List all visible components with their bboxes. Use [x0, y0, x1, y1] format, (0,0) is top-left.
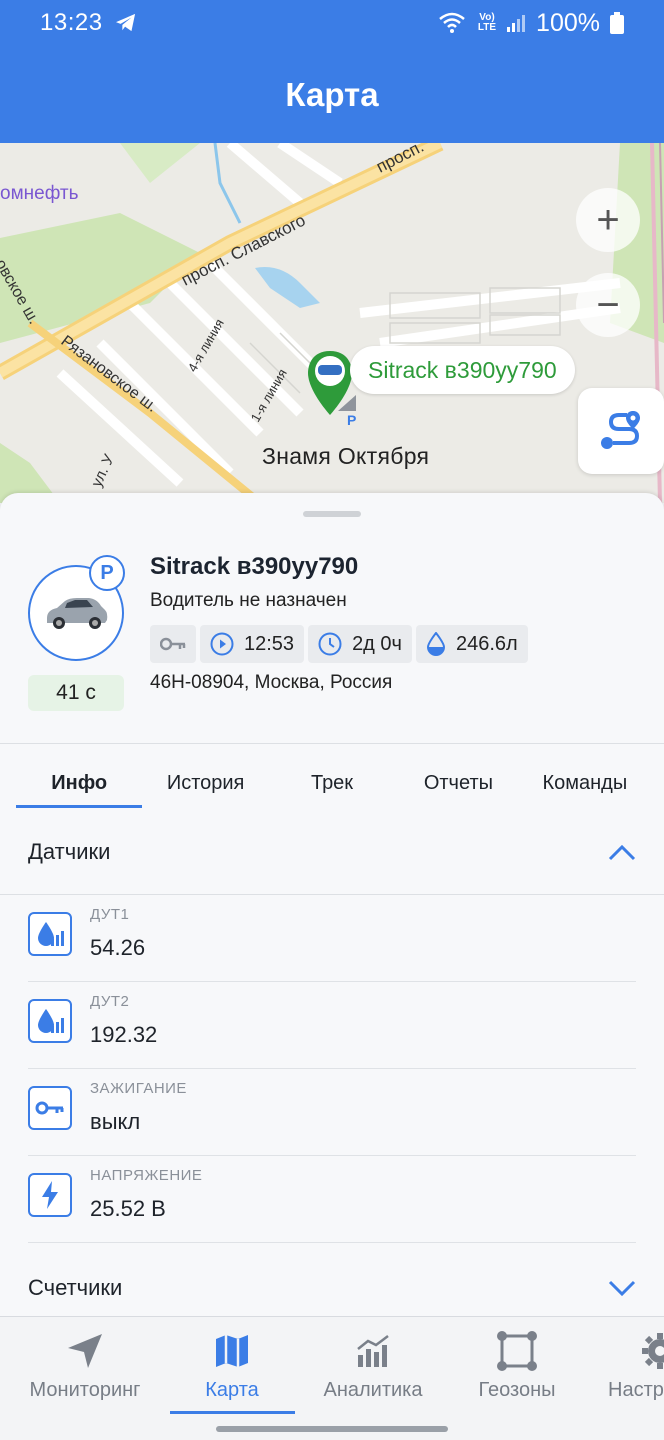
vehicle-card[interactable]: P 41 с Sitrack в390уу790 Водитель не наз… — [0, 538, 664, 743]
tab-commands[interactable]: Команды — [522, 758, 648, 808]
ignition-chip — [150, 625, 196, 663]
status-bar: 13:23 Vo) LTE 100% — [0, 0, 664, 46]
signal-icon — [507, 15, 526, 32]
nav-label: Карта — [205, 1379, 259, 1401]
chevron-down-icon[interactable] — [608, 1279, 636, 1297]
route-icon — [601, 411, 640, 449]
nav-map[interactable]: Карта — [157, 1329, 307, 1402]
nav-settings[interactable]: Настр — [580, 1329, 664, 1402]
nav-label: Геозоны — [478, 1379, 556, 1401]
battery-icon — [610, 12, 624, 34]
zoom-in-button[interactable]: + — [576, 188, 640, 252]
fuel-chip-value: 246.6л — [455, 632, 518, 655]
vehicle-marker-label[interactable]: Sitrack в390уу790 — [350, 346, 575, 394]
bottom-navigation: Мониторинг Карта Аналитика Геозоны Настр — [0, 1316, 664, 1440]
sensor-value: 25.52 В — [90, 1196, 166, 1221]
place-label: Знамя Октября — [262, 443, 430, 469]
sensor-label: ДУТ1 — [90, 906, 130, 923]
time-chip: 12:53 — [200, 625, 305, 663]
nav-label: Настр — [608, 1379, 664, 1401]
map-view[interactable]: просп. Славского просп. Рязановское ш. 4… — [0, 143, 664, 503]
network-type: Vo) LTE — [477, 12, 497, 33]
sensor-row: ДУТ1 54.26 — [28, 896, 636, 982]
last-update-age: 41 с — [28, 675, 124, 711]
fuel-drop-icon — [426, 632, 445, 656]
tab-info[interactable]: Инфо — [16, 758, 143, 808]
sensor-value: 192.32 — [90, 1022, 158, 1047]
sensor-label: ДУТ2 — [90, 993, 130, 1010]
telegram-icon — [115, 13, 135, 32]
info-tabs: Инфо История Трек Отчеты Команды — [16, 758, 648, 808]
vehicle-name: Sitrack в390уу790 — [150, 553, 359, 580]
map-icon — [216, 1335, 248, 1367]
nav-label: Мониторинг — [29, 1379, 141, 1401]
nav-monitoring[interactable]: Мониторинг — [10, 1329, 160, 1402]
sensor-row: ЗАЖИГАНИЕ выкл — [28, 1070, 636, 1156]
fuel-level-icon — [28, 999, 72, 1043]
wifi-icon — [439, 12, 465, 33]
clock-icon — [318, 632, 342, 656]
vehicle-status-chips: 12:53 2д 0ч 246.6л — [150, 625, 528, 663]
sensors-title: Датчики — [28, 839, 111, 864]
vehicle-address: 46Н-08904, Москва, Россия — [150, 672, 393, 693]
nav-label: Аналитика — [323, 1379, 423, 1401]
fuel-chip: 246.6л — [415, 625, 528, 663]
minus-icon: − — [596, 282, 620, 327]
counters-section-header[interactable]: Счетчики — [28, 1268, 636, 1308]
sensor-row: НАПРЯЖЕНИЕ 25.52 В — [28, 1157, 636, 1243]
duration-chip-value: 2д 0ч — [352, 632, 402, 655]
nav-analytics[interactable]: Аналитика — [298, 1329, 448, 1402]
tab-reports[interactable]: Отчеты — [395, 758, 521, 808]
geozone-icon — [497, 1331, 537, 1371]
duration-chip: 2д 0ч — [308, 625, 412, 663]
key-icon — [160, 637, 186, 651]
fuel-level-icon — [28, 912, 72, 956]
sensor-value: выкл — [90, 1109, 141, 1134]
navigation-arrow-icon — [68, 1334, 102, 1368]
vehicle-bottom-sheet[interactable]: P 41 с Sitrack в390уу790 Водитель не наз… — [0, 493, 664, 1316]
tab-track[interactable]: Трек — [269, 758, 395, 808]
gesture-bar[interactable] — [216, 1426, 448, 1432]
divider — [0, 894, 664, 895]
sensor-value: 54.26 — [90, 935, 146, 960]
lightning-icon — [28, 1173, 72, 1217]
play-circle-icon — [210, 632, 234, 656]
parking-status-badge: P — [89, 555, 125, 591]
page-title: Карта — [285, 75, 379, 113]
zoom-out-button[interactable]: − — [576, 273, 640, 337]
time-chip-value: 12:53 — [244, 632, 295, 655]
svg-text:P: P — [347, 412, 356, 428]
vehicle-driver: Водитель не назначен — [150, 590, 347, 611]
tab-history[interactable]: История — [142, 758, 268, 808]
app-bar: Карта — [0, 46, 664, 143]
car-icon — [47, 598, 108, 629]
battery-percent: 100% — [536, 8, 600, 37]
route-button[interactable] — [578, 388, 664, 474]
poi-label: омнефть — [0, 183, 79, 204]
sensors-section-header[interactable]: Датчики — [28, 832, 636, 872]
chevron-up-icon[interactable] — [608, 843, 636, 861]
sheet-drag-handle[interactable] — [303, 511, 361, 517]
sensor-label: ЗАЖИГАНИЕ — [90, 1080, 187, 1097]
nav-geozones[interactable]: Геозоны — [442, 1329, 592, 1402]
sensor-label: НАПРЯЖЕНИЕ — [90, 1167, 203, 1184]
chart-icon — [357, 1335, 389, 1367]
nav-active-indicator — [170, 1411, 295, 1414]
counters-title: Счетчики — [28, 1275, 123, 1300]
status-time: 13:23 — [40, 9, 103, 36]
sensor-row: ДУТ2 192.32 — [28, 983, 636, 1069]
key-icon — [28, 1086, 72, 1130]
divider — [0, 743, 664, 744]
gear-icon — [642, 1333, 664, 1369]
plus-icon: + — [596, 197, 620, 242]
